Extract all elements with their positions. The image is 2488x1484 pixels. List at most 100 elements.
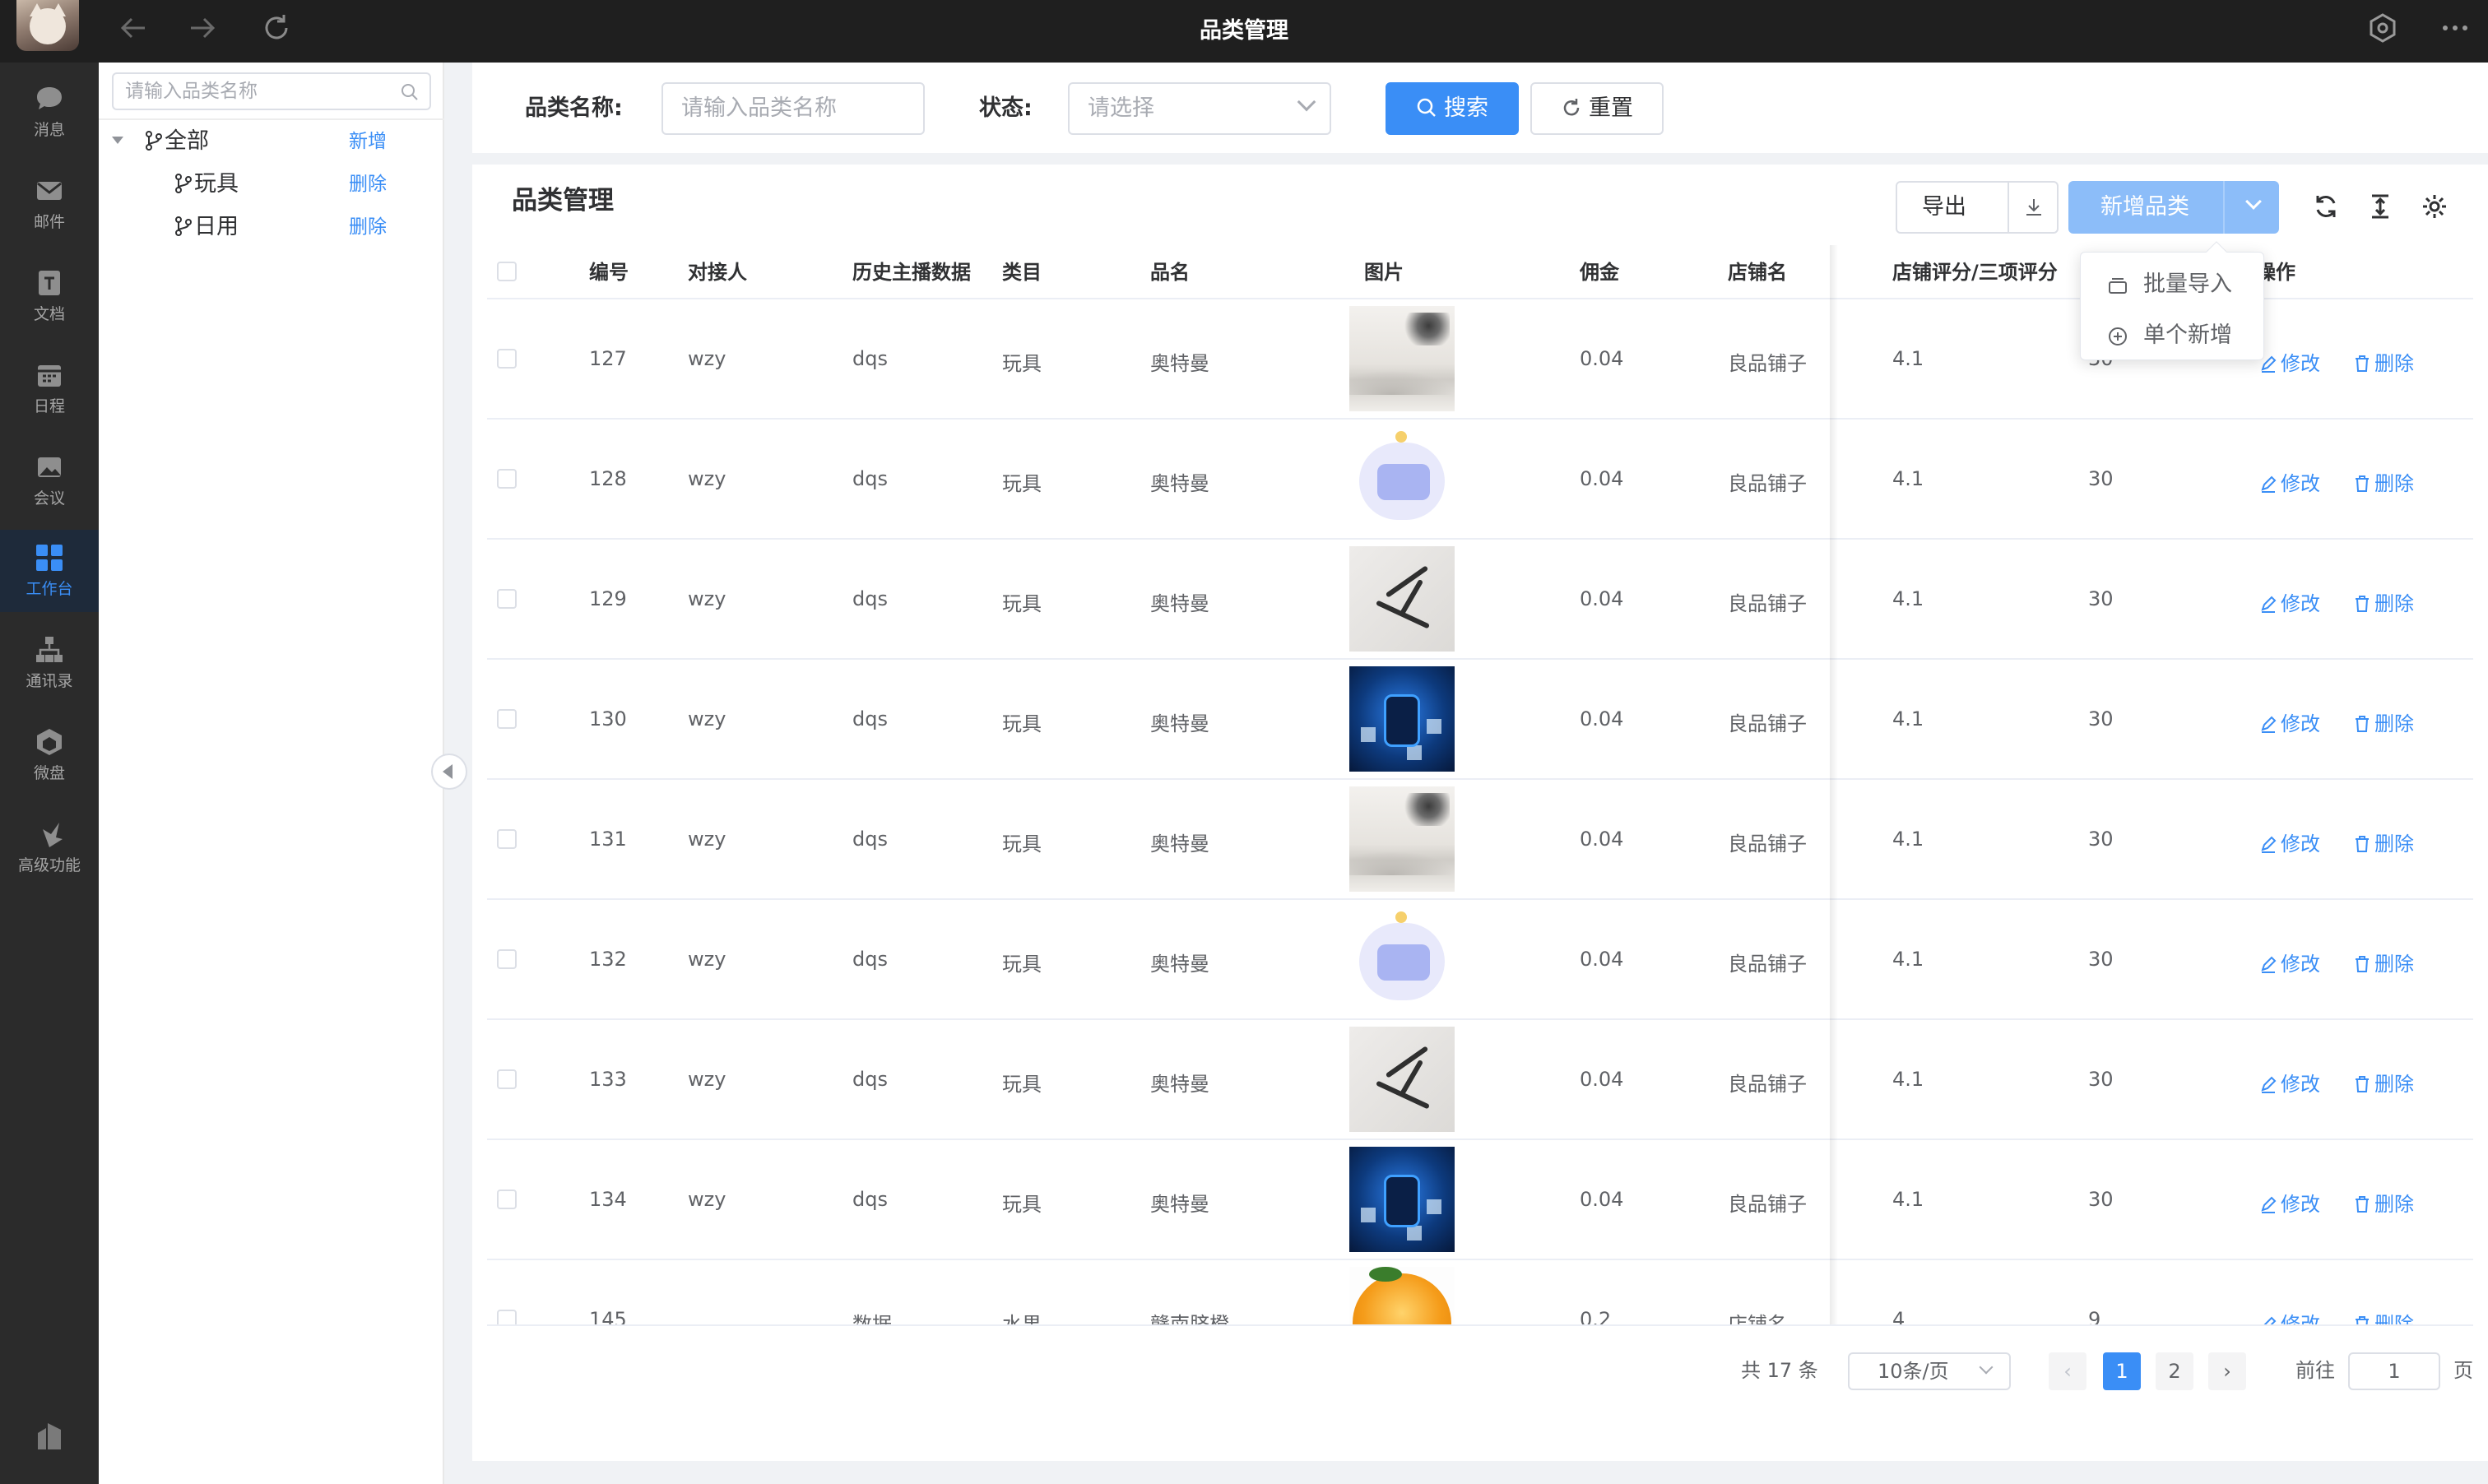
edit-link[interactable]: 修改 <box>2259 828 2320 856</box>
product-image[interactable] <box>1349 907 1455 1012</box>
cell-id: 133 <box>589 1068 627 1091</box>
column-header[interactable]: 编号 <box>589 245 629 299</box>
nav-item-messages[interactable]: 消息 <box>0 71 99 153</box>
goto-page-input[interactable]: 1 <box>2348 1352 2440 1390</box>
product-image[interactable] <box>1349 1267 1455 1326</box>
product-image[interactable] <box>1349 666 1455 772</box>
column-header[interactable]: 品名 <box>1150 245 1190 299</box>
prev-page-button[interactable]: ‹ <box>2049 1352 2086 1390</box>
column-header[interactable]: 对接人 <box>688 245 747 299</box>
row-checkbox[interactable] <box>497 829 517 849</box>
menu-item-single-add[interactable]: 单个新增 <box>2081 310 2265 361</box>
edit-link[interactable]: 修改 <box>2259 347 2320 376</box>
more-dots-icon[interactable] <box>2435 12 2475 51</box>
page-number-button[interactable]: 1 <box>2103 1352 2141 1390</box>
delete-link[interactable]: 删除 <box>2353 1308 2414 1326</box>
product-image[interactable] <box>1349 1027 1455 1132</box>
tree-search-input[interactable] <box>114 74 377 109</box>
page-size-select[interactable]: 10条/页 <box>1848 1352 2011 1390</box>
row-checkbox[interactable] <box>497 349 517 369</box>
nav-item-mail[interactable]: 邮件 <box>0 163 99 245</box>
caret-down-icon[interactable] <box>112 137 123 144</box>
nav-item-docs[interactable]: 文档 <box>0 255 99 337</box>
tree-node-toys[interactable]: 玩具 <box>174 168 239 201</box>
product-image[interactable] <box>1349 426 1455 531</box>
column-header[interactable]: 类目 <box>1002 245 1042 299</box>
collapse-panel-button[interactable] <box>431 754 467 790</box>
row-checkbox[interactable] <box>497 589 517 609</box>
cell-history: 数据 <box>852 1313 892 1326</box>
product-image[interactable] <box>1349 786 1455 892</box>
delete-link[interactable]: 删除 <box>2353 347 2414 376</box>
cell-score: 30 <box>2088 1068 2114 1091</box>
column-header[interactable]: 店铺名 <box>1728 245 1787 299</box>
nav-item-advanced[interactable]: 高级功能 <box>0 806 99 888</box>
status-select[interactable]: 请选择 <box>1068 82 1331 135</box>
next-page-button[interactable]: › <box>2208 1352 2246 1390</box>
column-header[interactable]: 佣金 <box>1580 245 1619 299</box>
nav-item-workbench[interactable]: 工作台 <box>0 530 99 612</box>
name-filter-input[interactable]: 请输入品类名称 <box>661 82 925 135</box>
edit-link[interactable]: 修改 <box>2259 707 2320 736</box>
edit-link[interactable]: 修改 <box>2259 1068 2320 1097</box>
nav-item-meeting[interactable]: 会议 <box>0 439 99 522</box>
cell-history: dqs <box>852 1188 888 1211</box>
delete-link[interactable]: 删除 <box>2353 707 2414 736</box>
meeting-icon <box>38 457 61 477</box>
column-header[interactable]: 图片 <box>1364 245 1404 299</box>
row-checkbox[interactable] <box>497 949 517 969</box>
cell-id: 132 <box>589 948 627 971</box>
row-checkbox[interactable] <box>497 1190 517 1209</box>
edit-link[interactable]: 修改 <box>2259 587 2320 616</box>
product-image[interactable] <box>1349 1147 1455 1252</box>
trash-icon <box>2356 716 2369 732</box>
reset-button[interactable]: 重置 <box>1530 82 1664 135</box>
nav-item-contacts[interactable]: 通讯录 <box>0 622 99 704</box>
org-chart-icon <box>36 637 63 662</box>
column-header[interactable]: 店铺评分/三项评分 <box>1892 245 2058 299</box>
delete-link[interactable]: 删除 <box>2353 828 2414 856</box>
tree-node-label: 全部 <box>165 128 209 154</box>
search-button[interactable]: 搜索 <box>1386 82 1519 135</box>
row-checkbox[interactable] <box>497 709 517 729</box>
cell-id: 129 <box>589 587 627 610</box>
delete-link[interactable]: 删除 <box>2353 948 2414 976</box>
nav-item-calendar[interactable]: 日程 <box>0 347 99 429</box>
edit-link[interactable]: 修改 <box>2259 948 2320 976</box>
nav-label: 高级功能 <box>17 856 81 874</box>
cell-shop: 良品铺子 <box>1728 953 1807 976</box>
edit-link[interactable]: 修改 <box>2259 467 2320 496</box>
row-checkbox[interactable] <box>497 1069 517 1089</box>
product-image[interactable] <box>1349 306 1455 411</box>
cell-category: 玩具 <box>1002 1073 1042 1096</box>
delete-link[interactable]: 删除 <box>2353 1068 2414 1097</box>
select-all-checkbox[interactable] <box>497 262 517 281</box>
tree-node-all[interactable]: 全部 <box>145 125 209 158</box>
tree-delete-link[interactable]: 删除 <box>349 168 387 201</box>
cell-commission: 0.2 <box>1580 1308 1612 1326</box>
cloud-drive-icon <box>37 729 62 755</box>
tree-delete-link[interactable]: 删除 <box>349 211 387 243</box>
edit-link[interactable]: 修改 <box>2259 1188 2320 1217</box>
cell-rating: 4.1 <box>1892 828 1924 851</box>
row-checkbox[interactable] <box>497 1310 517 1326</box>
edit-link[interactable]: 修改 <box>2259 1308 2320 1326</box>
page-number-button[interactable]: 2 <box>2156 1352 2193 1390</box>
nav-item-drive[interactable]: 微盘 <box>0 714 99 796</box>
search-icon[interactable] <box>400 82 420 102</box>
menu-item-batch-import[interactable]: 批量导入 <box>2081 259 2265 310</box>
column-header[interactable]: 历史主播数据 <box>852 245 971 299</box>
cell-id: 145 <box>589 1308 627 1326</box>
settings-hexagon-icon[interactable] <box>2363 12 2402 51</box>
product-image[interactable] <box>1349 546 1455 652</box>
tree-node-daily[interactable]: 日用 <box>174 211 239 243</box>
buildings-icon[interactable] <box>33 1420 66 1453</box>
delete-link[interactable]: 删除 <box>2353 587 2414 616</box>
cell-product: 奥特曼 <box>1150 953 1209 976</box>
tree-search-box <box>112 72 431 110</box>
row-checkbox[interactable] <box>497 469 517 489</box>
tree-add-link[interactable]: 新增 <box>349 125 387 158</box>
page-size-value: 10条/页 <box>1878 1360 1949 1383</box>
delete-link[interactable]: 删除 <box>2353 1188 2414 1217</box>
delete-link[interactable]: 删除 <box>2353 467 2414 496</box>
